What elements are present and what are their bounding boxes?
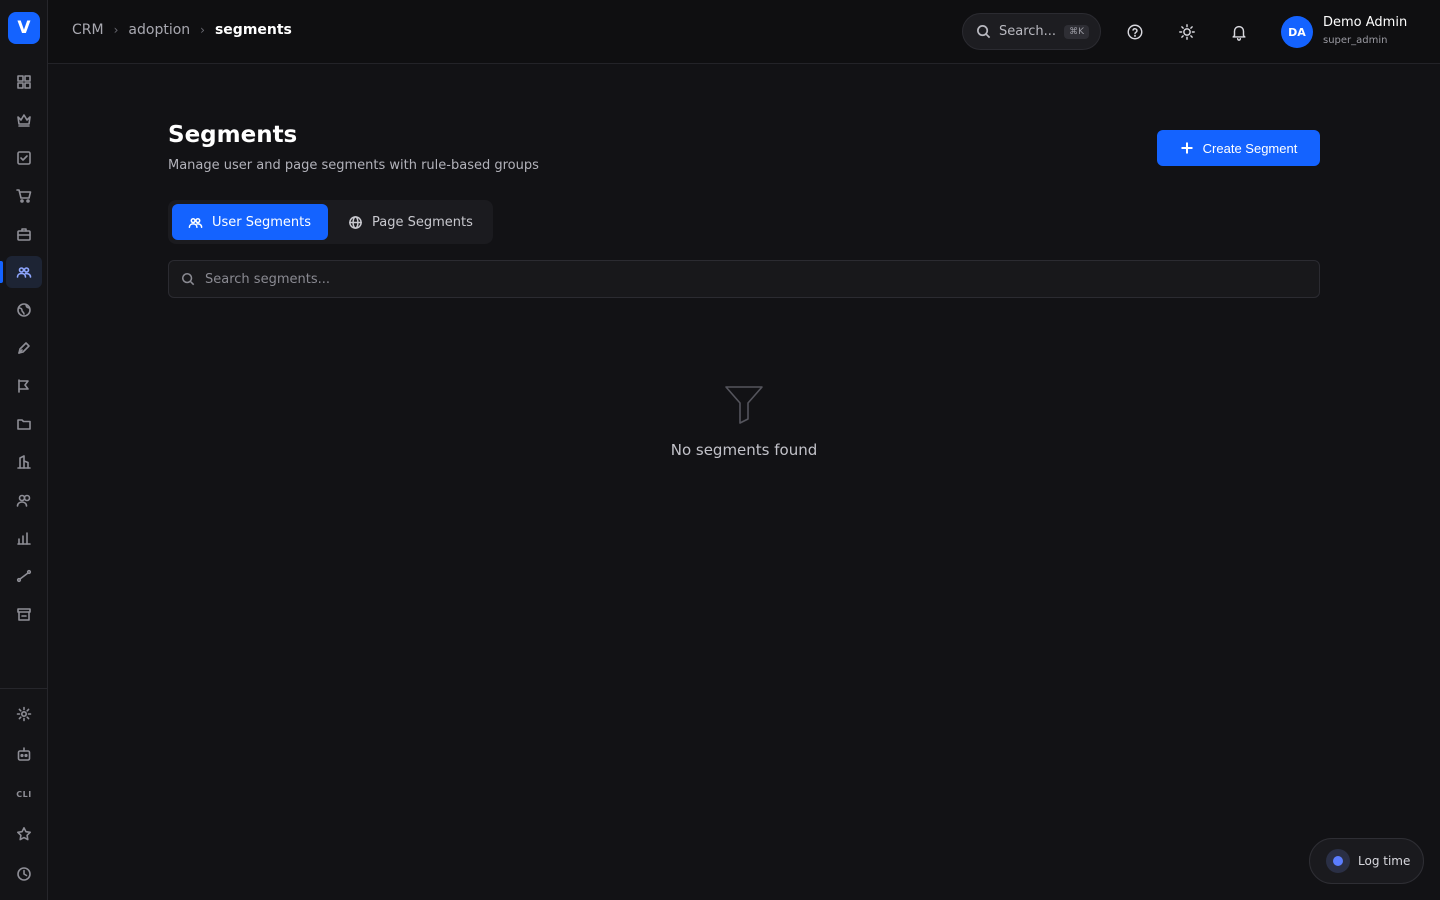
empty-state-message: No segments found [670, 441, 818, 459]
timer-icon [1326, 849, 1350, 873]
empty-state-icon [722, 382, 766, 426]
people-icon [16, 494, 31, 507]
cart-icon [16, 189, 32, 203]
campaign-icon [18, 379, 29, 393]
segment-search-input[interactable] [205, 271, 1305, 287]
segment-search-box [168, 260, 1320, 298]
bell-icon [1232, 25, 1246, 41]
sidebar-item-favorites[interactable] [6, 818, 42, 850]
breadcrumb: CRM › adoption › segments [72, 22, 292, 38]
sidebar-item-journeys[interactable] [6, 560, 42, 592]
crown-icon [17, 114, 31, 127]
active-indicator [0, 261, 3, 283]
help-button[interactable] [1125, 22, 1145, 42]
sun-icon [1179, 24, 1195, 40]
logo-letter: V [17, 18, 31, 38]
clock-icon [17, 867, 31, 881]
top-bar: CRM › adoption › segments Search... ⌘K D… [48, 0, 1440, 64]
page-title: Segments [168, 122, 298, 148]
sidebar-item-globe[interactable] [6, 294, 42, 326]
breadcrumb-crm[interactable]: CRM [72, 22, 104, 38]
global-search-label: Search... [999, 24, 1057, 39]
chevron-right-icon: › [200, 23, 205, 37]
gear-icon [16, 706, 32, 722]
search-shortcut: ⌘K [1064, 24, 1089, 39]
avatar[interactable]: DA [1281, 16, 1313, 48]
tab-page-segments[interactable]: Page Segments [332, 204, 489, 240]
breadcrumb-adoption[interactable]: adoption [128, 22, 190, 38]
store-icon [17, 608, 31, 621]
create-segment-button[interactable]: Create Segment [1157, 130, 1320, 166]
globe-icon [17, 303, 31, 317]
sidebar-item-settings[interactable] [6, 698, 42, 730]
grid-icon [17, 75, 31, 89]
star-icon [17, 827, 31, 841]
sidebar-item-crown[interactable] [6, 104, 42, 136]
theme-toggle-button[interactable] [1177, 22, 1197, 42]
search-icon [977, 25, 991, 39]
sidebar-item-store[interactable] [6, 598, 42, 630]
sidebar-item-campaigns[interactable] [6, 370, 42, 402]
globe-icon [349, 215, 362, 229]
sidebar-item-bot[interactable] [6, 738, 42, 770]
avatar-initials: DA [1288, 25, 1306, 39]
cli-label: CLI [16, 789, 32, 799]
chevron-right-icon: › [113, 23, 119, 37]
app-logo[interactable]: V [8, 12, 40, 44]
folder-icon [17, 419, 31, 430]
sidebar-item-people[interactable] [6, 484, 42, 516]
robot-icon [17, 747, 31, 761]
sidebar-item-dashboard[interactable] [6, 66, 42, 98]
sidebar-item-tasks[interactable] [6, 142, 42, 174]
sidebar-item-cli[interactable]: CLI [6, 778, 42, 810]
filter-icon [725, 386, 763, 424]
pen-icon [18, 342, 30, 354]
user-name[interactable]: Demo Admin [1323, 15, 1407, 30]
sidebar-divider [0, 688, 47, 689]
checkbox-icon [17, 151, 31, 165]
user-role: super_admin [1323, 35, 1388, 46]
bar-chart-icon [17, 532, 31, 545]
segment-tabs: User Segments Page Segments [168, 200, 493, 244]
sidebar-item-pen[interactable] [6, 332, 42, 364]
notifications-button[interactable] [1229, 22, 1249, 42]
tab-page-segments-label: Page Segments [372, 214, 473, 230]
breadcrumb-segments: segments [214, 22, 292, 38]
tab-user-segments-label: User Segments [212, 214, 312, 230]
route-icon [16, 569, 32, 583]
sidebar-item-work[interactable] [6, 218, 42, 250]
page-subtitle: Manage user and page segments with rule-… [168, 158, 539, 173]
briefcase-icon [17, 228, 31, 241]
users-icon [16, 267, 32, 278]
sidebar-item-history[interactable] [6, 858, 42, 890]
log-time-button[interactable]: Log time [1309, 838, 1424, 884]
sidebar-item-files[interactable] [6, 408, 42, 440]
sidebar-item-analytics[interactable] [6, 522, 42, 554]
log-time-label: Log time [1358, 854, 1411, 868]
global-search-button[interactable]: Search... ⌘K [962, 13, 1101, 50]
sidebar-item-cart[interactable] [6, 180, 42, 212]
users-icon [188, 217, 203, 228]
tab-user-segments[interactable]: User Segments [172, 204, 328, 240]
sidebar-item-segments[interactable] [6, 256, 42, 288]
plus-icon [1181, 142, 1193, 154]
create-segment-label: Create Segment [1202, 140, 1298, 156]
help-icon [1127, 24, 1143, 40]
search-icon [181, 272, 195, 286]
